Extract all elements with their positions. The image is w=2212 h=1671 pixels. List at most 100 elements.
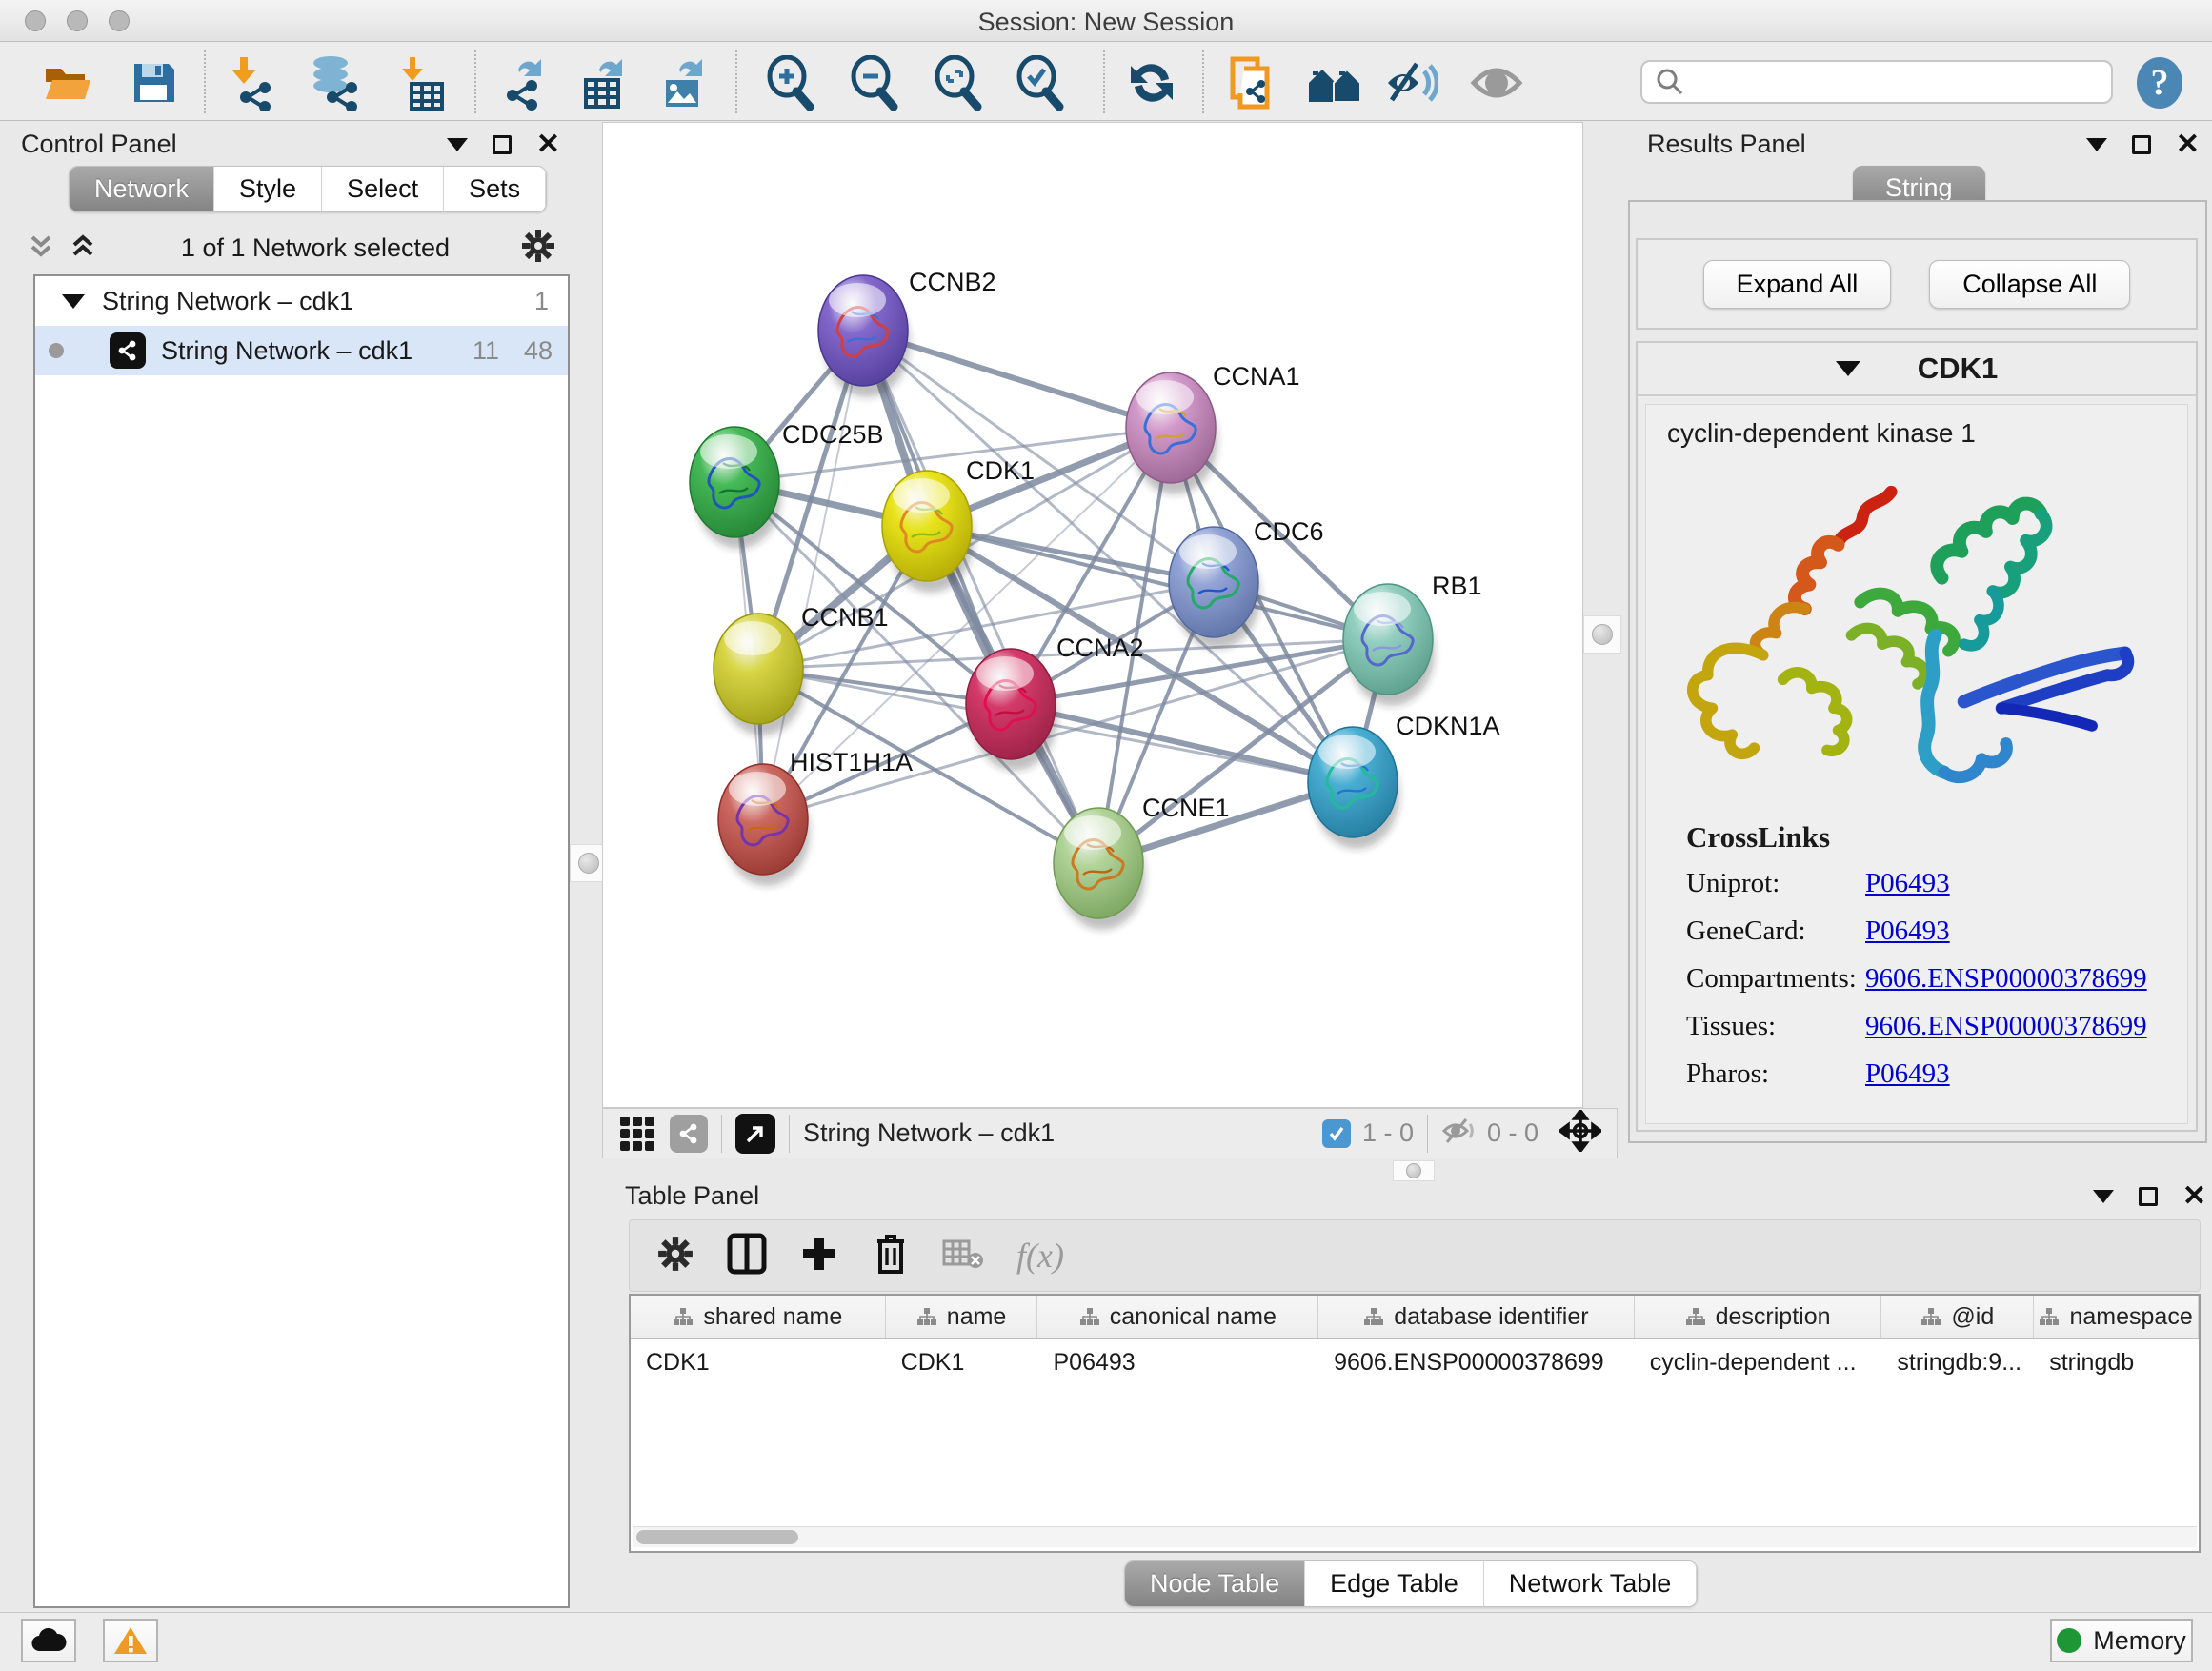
horizontal-splitter-handle[interactable] <box>1393 1160 1435 1181</box>
crosslink-link[interactable]: 9606.ENSP00000378699 <box>1865 1011 2147 1042</box>
network-overview-icon[interactable] <box>670 1115 708 1153</box>
search-input[interactable] <box>1694 64 2111 100</box>
table-cell[interactable]: P06493 <box>1037 1339 1318 1387</box>
collapse-all-icon[interactable] <box>27 232 55 265</box>
refresh-view-icon[interactable] <box>1124 56 1179 110</box>
first-neighbors-icon[interactable] <box>1307 56 1362 110</box>
crosslink-link[interactable]: P06493 <box>1865 1058 1950 1090</box>
add-column-icon[interactable] <box>799 1234 839 1278</box>
expand-all-icon[interactable] <box>69 232 97 265</box>
tab-network-table[interactable]: Network Table <box>1484 1561 1698 1606</box>
search-field[interactable] <box>1640 60 2113 104</box>
import-table-from-file-icon[interactable] <box>394 56 450 110</box>
network-node-cdc25b[interactable] <box>690 427 781 549</box>
close-panel-icon[interactable]: ✕ <box>2176 135 2200 154</box>
maximize-panel-icon[interactable] <box>2139 1187 2158 1206</box>
tab-node-table[interactable]: Node Table <box>1125 1561 1305 1606</box>
network-edge[interactable] <box>1011 704 1353 782</box>
network-collection-row[interactable]: String Network – cdk1 1 <box>35 276 568 326</box>
network-canvas[interactable]: CCNB2CCNA1CDC25BCDK1CDC6RB1CCNB1CCNA2CDK… <box>602 122 1583 1108</box>
save-session-icon[interactable] <box>126 56 181 110</box>
network-node-rb1[interactable] <box>1343 584 1435 706</box>
birds-eye-view-icon[interactable] <box>620 1117 654 1151</box>
table-cell[interactable]: stringdb <box>2034 1339 2199 1387</box>
tab-select[interactable]: Select <box>322 167 444 211</box>
export-table-icon[interactable] <box>575 56 631 110</box>
maximize-panel-icon[interactable] <box>2132 135 2151 154</box>
collection-expander-icon[interactable] <box>62 294 85 309</box>
node-table[interactable]: shared namenamecanonical namedatabase id… <box>629 1294 2201 1553</box>
tab-sets[interactable]: Sets <box>444 167 546 211</box>
column-header-shared-name[interactable]: shared name <box>631 1296 886 1338</box>
close-panel-icon[interactable]: ✕ <box>2182 1187 2206 1206</box>
column-header-name[interactable]: name <box>886 1296 1038 1338</box>
cloud-status-button[interactable] <box>21 1619 76 1662</box>
collapse-all-button[interactable]: Collapse All <box>1929 260 2130 309</box>
warnings-button[interactable] <box>103 1619 158 1662</box>
float-panel-icon[interactable] <box>2086 138 2107 151</box>
export-image-icon[interactable] <box>655 56 711 110</box>
zoom-out-icon[interactable] <box>846 56 901 110</box>
zoom-fit-icon[interactable] <box>930 56 985 110</box>
maximize-panel-icon[interactable] <box>493 135 512 154</box>
show-columns-icon[interactable] <box>727 1233 767 1279</box>
delete-table-icon[interactable] <box>942 1238 984 1275</box>
network-node-ccna1[interactable] <box>1126 372 1217 494</box>
tab-style[interactable]: Style <box>214 167 322 211</box>
function-builder-icon[interactable]: f(x) <box>1016 1236 1064 1276</box>
crosslink-link[interactable]: P06493 <box>1865 868 1950 899</box>
table-cell[interactable]: stringdb:9... <box>1881 1339 2034 1387</box>
table-cell[interactable]: CDK1 <box>631 1339 886 1387</box>
network-node-cdkn1a[interactable] <box>1308 727 1399 849</box>
right-splitter-handle[interactable] <box>1583 615 1621 654</box>
float-panel-icon[interactable] <box>2093 1190 2114 1203</box>
network-node-cdk1[interactable] <box>882 471 974 593</box>
hide-selected-icon[interactable] <box>1383 56 1438 110</box>
tab-network[interactable]: Network <box>70 167 214 211</box>
help-icon[interactable]: ? <box>2132 56 2187 110</box>
network-node-cdc6[interactable] <box>1169 527 1260 649</box>
show-all-icon[interactable] <box>1469 56 1524 110</box>
import-network-from-file-icon[interactable] <box>225 56 280 110</box>
memory-button[interactable]: Memory <box>2050 1619 2193 1662</box>
network-node-ccne1[interactable] <box>1054 808 1145 930</box>
column-header-id[interactable]: @id <box>1881 1296 2034 1338</box>
export-network-icon[interactable] <box>493 56 549 110</box>
tab-edge-table[interactable]: Edge Table <box>1305 1561 1484 1606</box>
network-node-ccna2[interactable] <box>966 649 1057 771</box>
import-network-from-database-icon[interactable] <box>307 56 362 110</box>
pan-mode-icon[interactable] <box>1559 1110 1601 1157</box>
column-header-description[interactable]: description <box>1635 1296 1882 1338</box>
network-node-ccnb1[interactable] <box>714 614 805 735</box>
zoom-selected-icon[interactable] <box>1012 56 1067 110</box>
crosslink-row: Uniprot:P06493 <box>1686 868 2147 899</box>
column-header-namespace[interactable]: namespace <box>2034 1296 2199 1338</box>
close-panel-icon[interactable]: ✕ <box>536 135 560 154</box>
expand-all-button[interactable]: Expand All <box>1703 260 1892 309</box>
zoom-in-icon[interactable] <box>762 56 817 110</box>
table-options-gear-icon[interactable] <box>656 1235 694 1278</box>
crosslink-link[interactable]: P06493 <box>1865 916 1950 947</box>
table-cell[interactable]: cyclin-dependent ... <box>1635 1339 1882 1387</box>
network-edge[interactable] <box>863 331 1098 863</box>
float-panel-icon[interactable] <box>447 138 468 151</box>
network-row[interactable]: String Network – cdk1 11 48 <box>35 326 568 375</box>
open-session-icon[interactable] <box>40 56 95 110</box>
detach-view-icon[interactable] <box>735 1114 775 1154</box>
gene-section-expander-icon[interactable] <box>1836 361 1860 376</box>
scrollbar-thumb[interactable] <box>636 1530 798 1544</box>
network-node-ccnb2[interactable] <box>818 275 910 397</box>
network-node-hist1h1a[interactable] <box>718 764 810 886</box>
table-row[interactable]: CDK1CDK1P064939606.ENSP00000378699cyclin… <box>631 1339 2199 1387</box>
table-horizontal-scrollbar[interactable] <box>633 1526 2197 1547</box>
column-header-database-identifier[interactable]: database identifier <box>1318 1296 1635 1338</box>
table-cell[interactable]: 9606.ENSP00000378699 <box>1318 1339 1635 1387</box>
table-cell[interactable]: CDK1 <box>886 1339 1038 1387</box>
crosslink-link[interactable]: 9606.ENSP00000378699 <box>1865 963 2147 995</box>
delete-column-icon[interactable] <box>872 1232 910 1280</box>
duplicate-network-icon[interactable] <box>1225 56 1280 110</box>
gene-section-header[interactable]: CDK1 <box>1638 343 2196 396</box>
selected-items-checkbox-icon[interactable] <box>1322 1119 1351 1148</box>
column-header-canonical-name[interactable]: canonical name <box>1037 1296 1318 1338</box>
network-options-gear-icon[interactable] <box>520 228 556 269</box>
